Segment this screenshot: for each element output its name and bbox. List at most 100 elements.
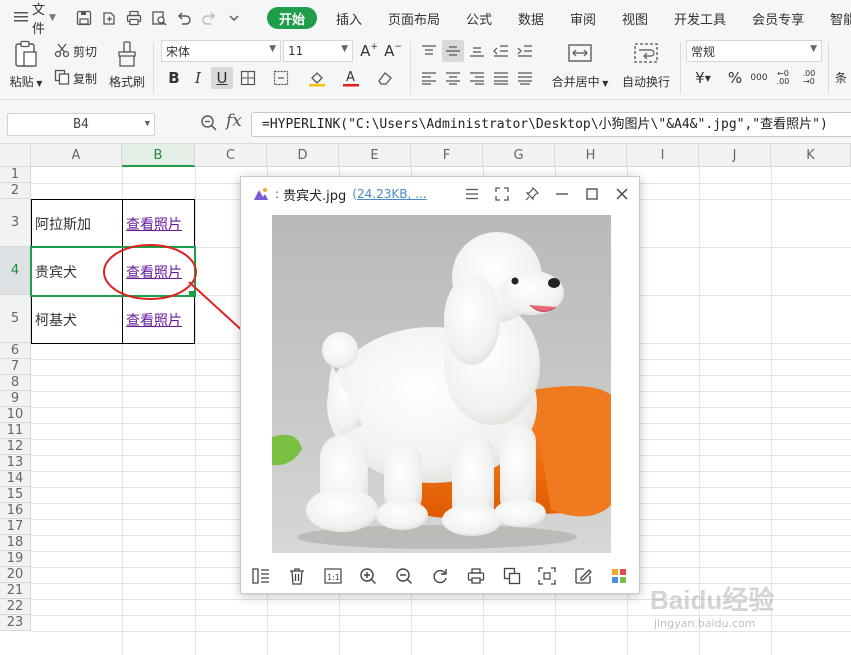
row-header-21[interactable]: 21	[0, 583, 31, 599]
save-icon[interactable]	[72, 7, 97, 29]
tab-smart-tools[interactable]: 智能工具	[817, 0, 851, 36]
insert-function-icon[interactable]: fx	[226, 111, 242, 131]
wrap-text-button[interactable]: 自动换行	[620, 40, 672, 90]
tab-insert[interactable]: 插入	[323, 0, 375, 36]
currency-icon[interactable]: ¥ ▼	[690, 67, 716, 89]
edit-icon[interactable]	[571, 564, 595, 588]
decrease-decimal-icon[interactable]: .00 →0	[798, 67, 820, 89]
align-top-icon[interactable]	[418, 40, 440, 62]
pin-icon[interactable]	[521, 183, 543, 205]
paste-button[interactable]: 粘贴 ▼	[8, 40, 44, 90]
thousands-separator-icon[interactable]: 000	[748, 67, 770, 89]
more-apps-icon[interactable]	[607, 564, 631, 588]
zoom-out-icon[interactable]	[392, 564, 416, 588]
col-header-k[interactable]: K	[771, 144, 851, 167]
italic-icon[interactable]: I	[187, 67, 209, 89]
actual-size-icon[interactable]: 1:1	[321, 564, 345, 588]
convert-image-icon[interactable]	[500, 564, 524, 588]
cell-a3[interactable]: 阿拉斯加	[32, 200, 122, 247]
tab-home[interactable]: 开始	[266, 7, 317, 29]
select-all-corner[interactable]	[0, 144, 31, 167]
decrease-indent-icon[interactable]	[490, 40, 512, 62]
row-header-2[interactable]: 2	[0, 183, 31, 199]
justify-icon[interactable]	[490, 67, 512, 89]
merge-center-button[interactable]: 合并居中 ▼	[550, 40, 610, 90]
row-header-20[interactable]: 20	[0, 567, 31, 583]
align-middle-icon[interactable]	[442, 40, 464, 62]
align-center-icon[interactable]	[442, 67, 464, 89]
customize-toolbar-icon[interactable]	[222, 7, 247, 29]
row-header-8[interactable]: 8	[0, 375, 31, 391]
tab-view[interactable]: 视图	[609, 0, 661, 36]
fullscreen-icon[interactable]	[491, 183, 513, 205]
zoom-formula-icon[interactable]	[200, 114, 218, 135]
screenshot-crop-icon[interactable]	[535, 564, 559, 588]
tab-developer[interactable]: 开发工具	[661, 0, 739, 36]
row-header-10[interactable]: 10	[0, 407, 31, 423]
print-icon[interactable]	[122, 7, 147, 29]
cell-a5[interactable]: 柯基犬	[32, 296, 122, 343]
col-header-d[interactable]: D	[267, 144, 339, 167]
row-header-14[interactable]: 14	[0, 471, 31, 487]
percent-icon[interactable]: %	[724, 67, 746, 89]
font-size-select[interactable]: 11 ▼	[283, 40, 353, 62]
row-header-15[interactable]: 15	[0, 487, 31, 503]
align-right-icon[interactable]	[466, 67, 488, 89]
trash-icon[interactable]	[285, 564, 309, 588]
col-header-j[interactable]: J	[699, 144, 771, 167]
row-header-11[interactable]: 11	[0, 423, 31, 439]
row-header-19[interactable]: 19	[0, 551, 31, 567]
row-header-7[interactable]: 7	[0, 359, 31, 375]
row-header-1[interactable]: 1	[0, 167, 31, 183]
cell-b5-hyperlink[interactable]: 查看照片	[123, 296, 195, 343]
rotate-icon[interactable]	[428, 564, 452, 588]
thumbnail-panel-icon[interactable]	[249, 564, 273, 588]
tab-formulas[interactable]: 公式	[453, 0, 505, 36]
fill-handle[interactable]	[189, 291, 195, 297]
redo-icon[interactable]	[197, 7, 222, 29]
print-icon[interactable]	[464, 564, 488, 588]
viewer-file-size[interactable]: 24.23KB	[357, 187, 407, 201]
col-header-g[interactable]: G	[483, 144, 555, 167]
clear-format-icon[interactable]	[374, 67, 396, 89]
zoom-in-icon[interactable]	[356, 564, 380, 588]
row-header-3[interactable]: 3	[0, 199, 31, 247]
underline-icon[interactable]: U	[211, 67, 233, 89]
row-header-16[interactable]: 16	[0, 503, 31, 519]
tab-review[interactable]: 审阅	[557, 0, 609, 36]
copy-button[interactable]: 复制	[54, 69, 97, 88]
cell-a4[interactable]: 贵宾犬	[32, 248, 122, 295]
align-left-icon[interactable]	[418, 67, 440, 89]
row-header-23[interactable]: 23	[0, 615, 31, 631]
cell-fill-style-icon[interactable]	[270, 67, 292, 89]
col-header-a[interactable]: A	[31, 144, 122, 167]
font-color-icon[interactable]: A	[340, 67, 362, 89]
distributed-icon[interactable]	[514, 67, 536, 89]
fill-color-icon[interactable]	[306, 67, 328, 89]
col-header-e[interactable]: E	[339, 144, 411, 167]
row-header-18[interactable]: 18	[0, 535, 31, 551]
minimize-icon[interactable]	[551, 183, 573, 205]
col-header-b[interactable]: B	[122, 144, 195, 167]
viewer-file-meta-more[interactable]: , ...	[407, 187, 426, 201]
number-format-select[interactable]: 常规 ▼	[686, 40, 822, 62]
row-header-5[interactable]: 5	[0, 295, 31, 343]
cell-b4-hyperlink[interactable]: 查看照片	[123, 248, 195, 295]
borders-icon[interactable]	[237, 67, 259, 89]
print-preview-icon[interactable]	[147, 7, 172, 29]
increase-indent-icon[interactable]	[514, 40, 536, 62]
bold-icon[interactable]: B	[163, 67, 185, 89]
tab-page-layout[interactable]: 页面布局	[375, 0, 453, 36]
close-icon[interactable]	[611, 183, 633, 205]
output-pdf-icon[interactable]	[97, 7, 122, 29]
maximize-icon[interactable]	[581, 183, 603, 205]
row-header-4[interactable]: 4	[0, 247, 31, 295]
row-header-12[interactable]: 12	[0, 439, 31, 455]
decrease-font-icon[interactable]: A −	[382, 40, 404, 62]
cut-button[interactable]: 剪切	[54, 42, 97, 61]
font-name-select[interactable]: 宋体 ▼	[161, 40, 281, 62]
format-painter-button[interactable]: 格式刷	[108, 40, 146, 90]
conditional-format-button[interactable]: 条	[835, 69, 847, 86]
row-header-17[interactable]: 17	[0, 519, 31, 535]
tab-member[interactable]: 会员专享	[739, 0, 817, 36]
